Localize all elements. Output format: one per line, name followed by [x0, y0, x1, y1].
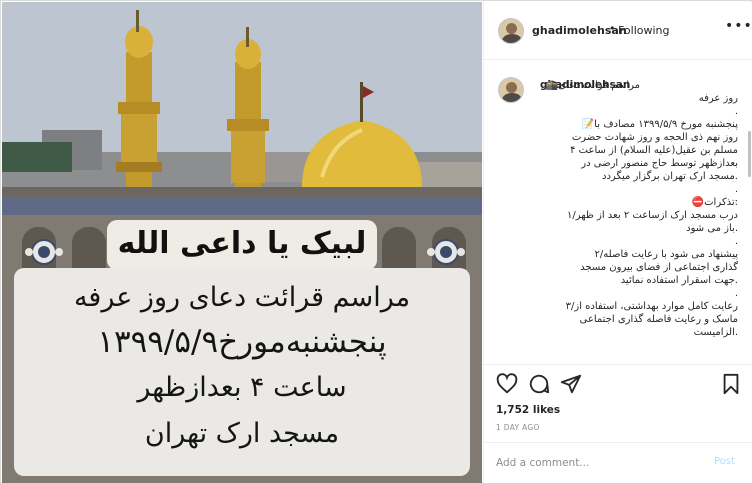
caption-line: درب مسجد ارک ازساعت ۲ بعد از ظهر/۱	[567, 210, 738, 221]
action-bar: 1,752 likes 1 DAY AGO	[484, 364, 752, 442]
overlay-line-place: مسجد ارک تهران	[144, 418, 340, 449]
caption-line: .	[734, 236, 738, 247]
ornament-right	[427, 239, 465, 265]
caption-avatar[interactable]	[498, 77, 524, 103]
overlay-title: لبیک یا داعی الله	[107, 220, 377, 270]
caption-line: مسلم بن عقیل(علیه السلام) از ساعت ۴	[570, 145, 738, 156]
caption-line: .	[734, 106, 738, 117]
caption-line: مراسم قرائت دعای🕋	[545, 80, 640, 91]
caption-line: .	[734, 288, 738, 299]
overlay-line-date: پنجشنبه‌مورخ۱۳۹۹/۵/۹	[97, 324, 387, 360]
caption-scrollbar[interactable]	[748, 131, 751, 177]
caption-line: .	[734, 184, 738, 195]
caption-line: گذاری اجتماعی از فضای بیرون مسجد	[580, 262, 738, 273]
comment-input[interactable]	[496, 453, 696, 473]
share-icon[interactable]	[560, 373, 582, 395]
caption-line: رعایت کامل موارد بهداشتی، استفاده از/۳	[565, 301, 738, 312]
overlay-line-time: ساعت ۴ بعدازظهر	[137, 372, 347, 403]
caption-line: .مسجد ارک تهران برگزار میگردد	[602, 171, 738, 182]
caption-line: .جهت اسقرار استفاده نمائید	[620, 275, 738, 286]
caption-text: مراسم قرائت دعای🕋 روز عرفه . پنجشنبه مور…	[538, 79, 738, 339]
overlay-line-event: مراسم قرائت دعای روز عرفه	[73, 282, 411, 313]
separator-dot: •	[609, 22, 616, 35]
post-sidebar: ghadimolehsan • Following ••• ghadimoleh…	[483, 2, 752, 483]
caption-line: :تذکرات⛔	[691, 197, 738, 208]
following-button[interactable]: Following	[618, 24, 670, 37]
like-count[interactable]: 1,752 likes	[496, 404, 560, 416]
post-timestamp[interactable]: 1 DAY AGO	[496, 423, 540, 432]
comment-bar: Post	[484, 442, 752, 483]
ornament-left	[25, 239, 63, 265]
bookmark-icon[interactable]	[720, 373, 742, 395]
post-dialog: لبیک یا داعی الله مراسم قرائت دعای روز ع…	[0, 0, 752, 483]
overlay-card: مراسم قرائت دعای روز عرفه پنجشنبه‌مورخ۱۳…	[14, 268, 470, 476]
post-comment-button[interactable]: Post	[714, 456, 735, 467]
caption-line: .الزامیست	[693, 327, 738, 338]
comment-icon[interactable]	[528, 373, 550, 395]
caption-line: روز نهم ذی الحجه و روز شهادت حضرت	[571, 132, 738, 143]
caption-line: پنجشنبه مورخ ۱۳۹۹/۵/۹ مصادف با📝	[581, 119, 738, 130]
heart-icon[interactable]	[496, 373, 518, 395]
caption-line: پیشنهاد می شود با رعایت فاصله/۲	[594, 249, 738, 260]
post-header: ghadimolehsan • Following •••	[484, 2, 752, 60]
caption-line: .باز می شود	[686, 223, 738, 234]
caption-line: روز عرفه	[698, 93, 738, 104]
post-image[interactable]: لبیک یا داعی الله مراسم قرائت دعای روز ع…	[2, 2, 482, 483]
caption-line: بعدازظهر توسط حاج منصور ارضی در	[581, 158, 738, 169]
caption: ghadimolehsan مراسم قرائت دعای🕋 روز عرفه…	[484, 61, 752, 363]
caption-line: ماسک و رعایت فاصله گذاری اجتماعی	[579, 314, 738, 325]
ellipsis-icon[interactable]: •••	[725, 18, 752, 34]
avatar[interactable]	[498, 18, 524, 44]
